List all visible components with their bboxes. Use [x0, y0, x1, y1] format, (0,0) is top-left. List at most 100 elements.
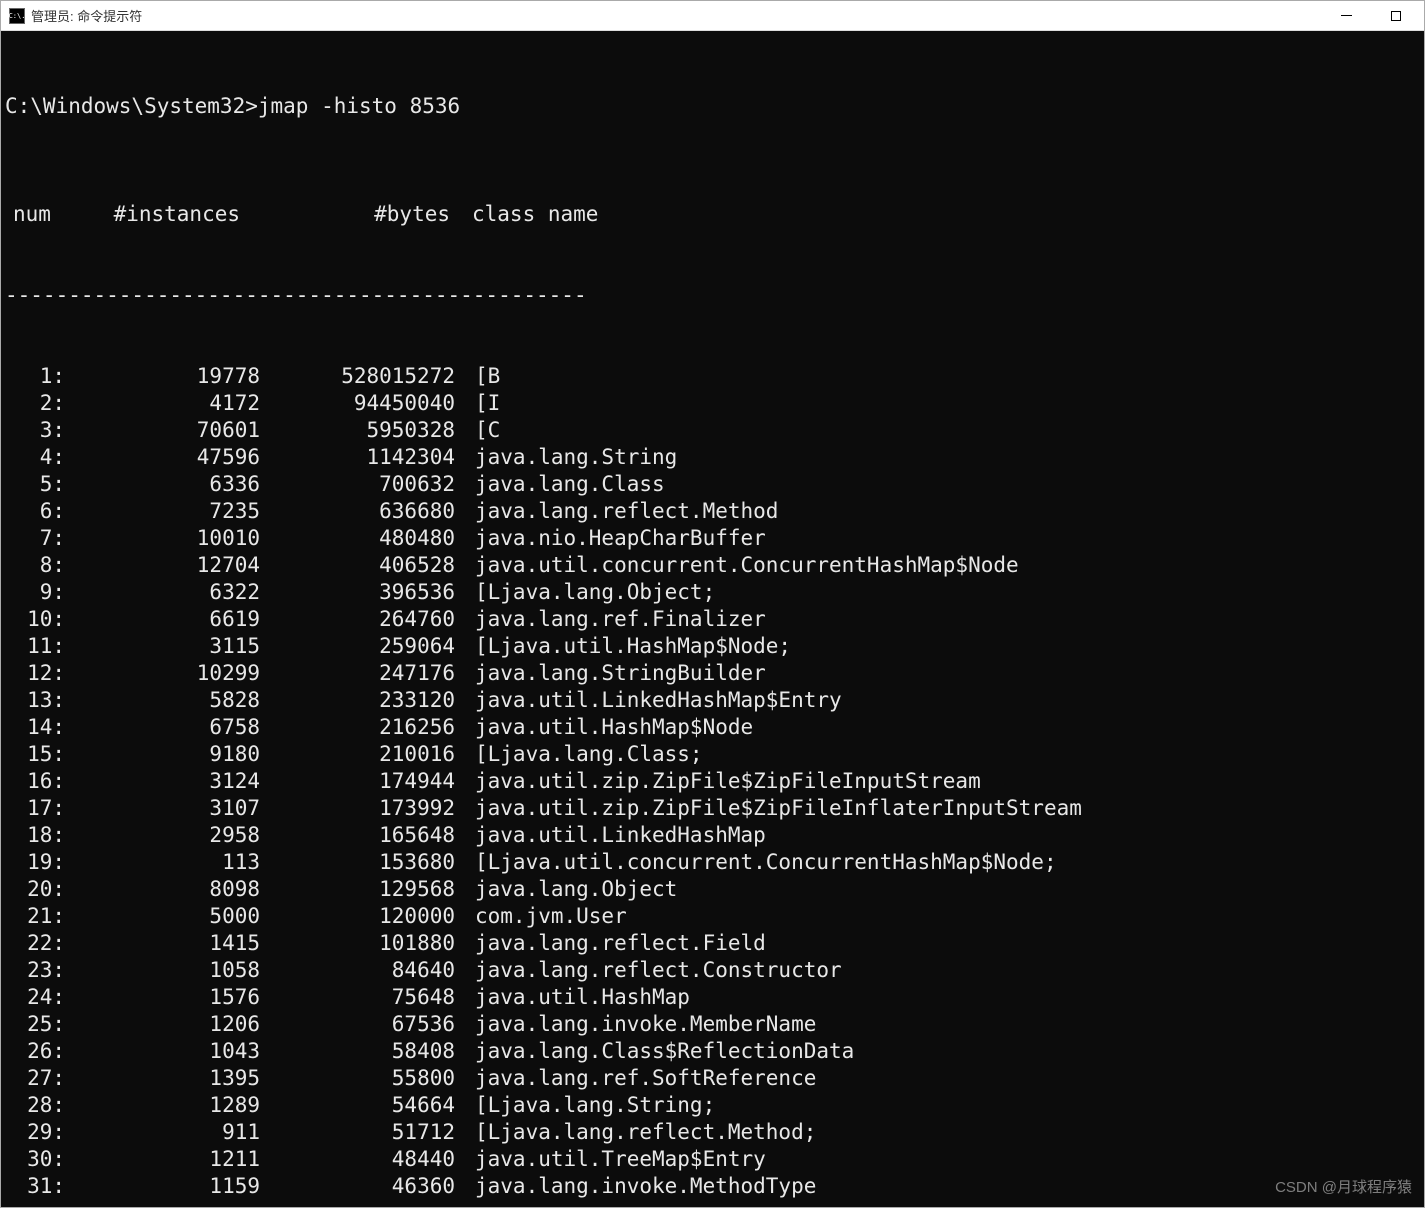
cell-instances: 1576: [65, 984, 260, 1011]
cell-num: 10:: [5, 606, 65, 633]
cell-instances: 3115: [65, 633, 260, 660]
cell-bytes: 700632: [260, 471, 455, 498]
cell-instances: 19778: [65, 363, 260, 390]
cell-bytes: 48440: [260, 1146, 455, 1173]
table-row: 27:139555800java.lang.ref.SoftReference: [5, 1065, 1420, 1092]
cell-class: java.util.LinkedHashMap: [455, 822, 766, 849]
table-row: 20:8098129568java.lang.Object: [5, 876, 1420, 903]
cell-num: 12:: [5, 660, 65, 687]
table-row: 23:105884640java.lang.reflect.Constructo…: [5, 957, 1420, 984]
cell-class: java.lang.Object: [455, 876, 677, 903]
cell-class: java.lang.Class$ReflectionData: [455, 1038, 854, 1065]
table-row: 2:417294450040[I: [5, 390, 1420, 417]
maximize-icon: [1391, 11, 1401, 21]
cell-num: 14:: [5, 714, 65, 741]
terminal[interactable]: C:\Windows\System32>jmap -histo 8536 num…: [1, 31, 1424, 1207]
cell-bytes: 153680: [260, 849, 455, 876]
window-controls: [1336, 6, 1406, 26]
cell-bytes: 406528: [260, 552, 455, 579]
cell-num: 4:: [5, 444, 65, 471]
cell-class: java.lang.StringBuilder: [455, 660, 766, 687]
table-row: 5:6336700632java.lang.Class: [5, 471, 1420, 498]
table-row: 15:9180210016[Ljava.lang.Class;: [5, 741, 1420, 768]
cell-instances: 1058: [65, 957, 260, 984]
table-row: 8:12704406528java.util.concurrent.Concur…: [5, 552, 1420, 579]
cell-class: [Ljava.lang.Class;: [455, 741, 703, 768]
cell-class: [Ljava.util.HashMap$Node;: [455, 633, 791, 660]
cell-class: [B: [455, 363, 500, 390]
cell-bytes: 480480: [260, 525, 455, 552]
cell-instances: 10299: [65, 660, 260, 687]
table-row: 29:91151712[Ljava.lang.reflect.Method;: [5, 1119, 1420, 1146]
cell-class: [Ljava.lang.reflect.Method;: [455, 1119, 816, 1146]
cell-num: 22:: [5, 930, 65, 957]
cell-bytes: 94450040: [260, 390, 455, 417]
cell-instances: 1395: [65, 1065, 260, 1092]
cell-class: java.lang.invoke.MemberName: [455, 1011, 816, 1038]
cell-bytes: 51712: [260, 1119, 455, 1146]
cell-instances: 1289: [65, 1092, 260, 1119]
cell-class: java.lang.reflect.Field: [455, 930, 766, 957]
cell-instances: 8098: [65, 876, 260, 903]
cell-class: java.lang.String: [455, 444, 677, 471]
titlebar[interactable]: C:\. 管理员: 命令提示符: [1, 1, 1424, 31]
table-row: 7:10010480480java.nio.HeapCharBuffer: [5, 525, 1420, 552]
cell-class: java.lang.ref.SoftReference: [455, 1065, 816, 1092]
table-row: 9:6322396536[Ljava.lang.Object;: [5, 579, 1420, 606]
header-instances: #instances: [65, 201, 240, 228]
cell-class: java.lang.reflect.Method: [455, 498, 778, 525]
cell-num: 20:: [5, 876, 65, 903]
cell-num: 30:: [5, 1146, 65, 1173]
prompt-line: C:\Windows\System32>jmap -histo 8536: [5, 93, 1420, 120]
cell-class: java.util.LinkedHashMap$Entry: [455, 687, 842, 714]
cell-instances: 1159: [65, 1173, 260, 1200]
cell-class: java.nio.HeapCharBuffer: [455, 525, 766, 552]
cell-class: java.util.HashMap$Node: [455, 714, 753, 741]
table-row: 13:5828233120java.util.LinkedHashMap$Ent…: [5, 687, 1420, 714]
cell-bytes: 247176: [260, 660, 455, 687]
header-num: num: [5, 201, 65, 228]
maximize-button[interactable]: [1386, 6, 1406, 26]
cell-num: 2:: [5, 390, 65, 417]
cell-num: 26:: [5, 1038, 65, 1065]
prompt-text: C:\Windows\System32>: [5, 94, 258, 118]
cell-bytes: 174944: [260, 768, 455, 795]
table-row: 16:3124174944java.util.zip.ZipFile$ZipFi…: [5, 768, 1420, 795]
cell-instances: 9180: [65, 741, 260, 768]
cell-num: 17:: [5, 795, 65, 822]
cell-instances: 70601: [65, 417, 260, 444]
cell-num: 6:: [5, 498, 65, 525]
table-row: 4:475961142304java.lang.String: [5, 444, 1420, 471]
cell-instances: 7235: [65, 498, 260, 525]
table-row: 30:121148440java.util.TreeMap$Entry: [5, 1146, 1420, 1173]
cell-instances: 1415: [65, 930, 260, 957]
cell-instances: 5000: [65, 903, 260, 930]
command-text: jmap -histo 8536: [258, 94, 460, 118]
cell-bytes: 101880: [260, 930, 455, 957]
cell-instances: 1206: [65, 1011, 260, 1038]
cell-instances: 1043: [65, 1038, 260, 1065]
cell-num: 7:: [5, 525, 65, 552]
cell-bytes: 259064: [260, 633, 455, 660]
cell-num: 24:: [5, 984, 65, 1011]
cell-instances: 6336: [65, 471, 260, 498]
cell-num: 8:: [5, 552, 65, 579]
table-row: 21:5000120000com.jvm.User: [5, 903, 1420, 930]
cell-num: 27:: [5, 1065, 65, 1092]
table-row: 6:7235636680java.lang.reflect.Method: [5, 498, 1420, 525]
window-title: 管理员: 命令提示符: [31, 6, 142, 25]
table-header: num#instances#bytesclass name: [5, 201, 1420, 228]
table-row: 22:1415101880java.lang.reflect.Field: [5, 930, 1420, 957]
cell-instances: 12704: [65, 552, 260, 579]
table-row: 17:3107173992java.util.zip.ZipFile$ZipFi…: [5, 795, 1420, 822]
minimize-button[interactable]: [1336, 6, 1356, 26]
table-row: 12:10299247176java.lang.StringBuilder: [5, 660, 1420, 687]
cell-class: java.util.zip.ZipFile$ZipFileInflaterInp…: [455, 795, 1082, 822]
table-row: 25:120667536java.lang.invoke.MemberName: [5, 1011, 1420, 1038]
cell-class: java.lang.reflect.Constructor: [455, 957, 842, 984]
cell-class: [C: [455, 417, 500, 444]
cell-num: 16:: [5, 768, 65, 795]
cell-num: 31:: [5, 1173, 65, 1200]
cell-class: java.lang.ref.Finalizer: [455, 606, 766, 633]
cell-bytes: 210016: [260, 741, 455, 768]
